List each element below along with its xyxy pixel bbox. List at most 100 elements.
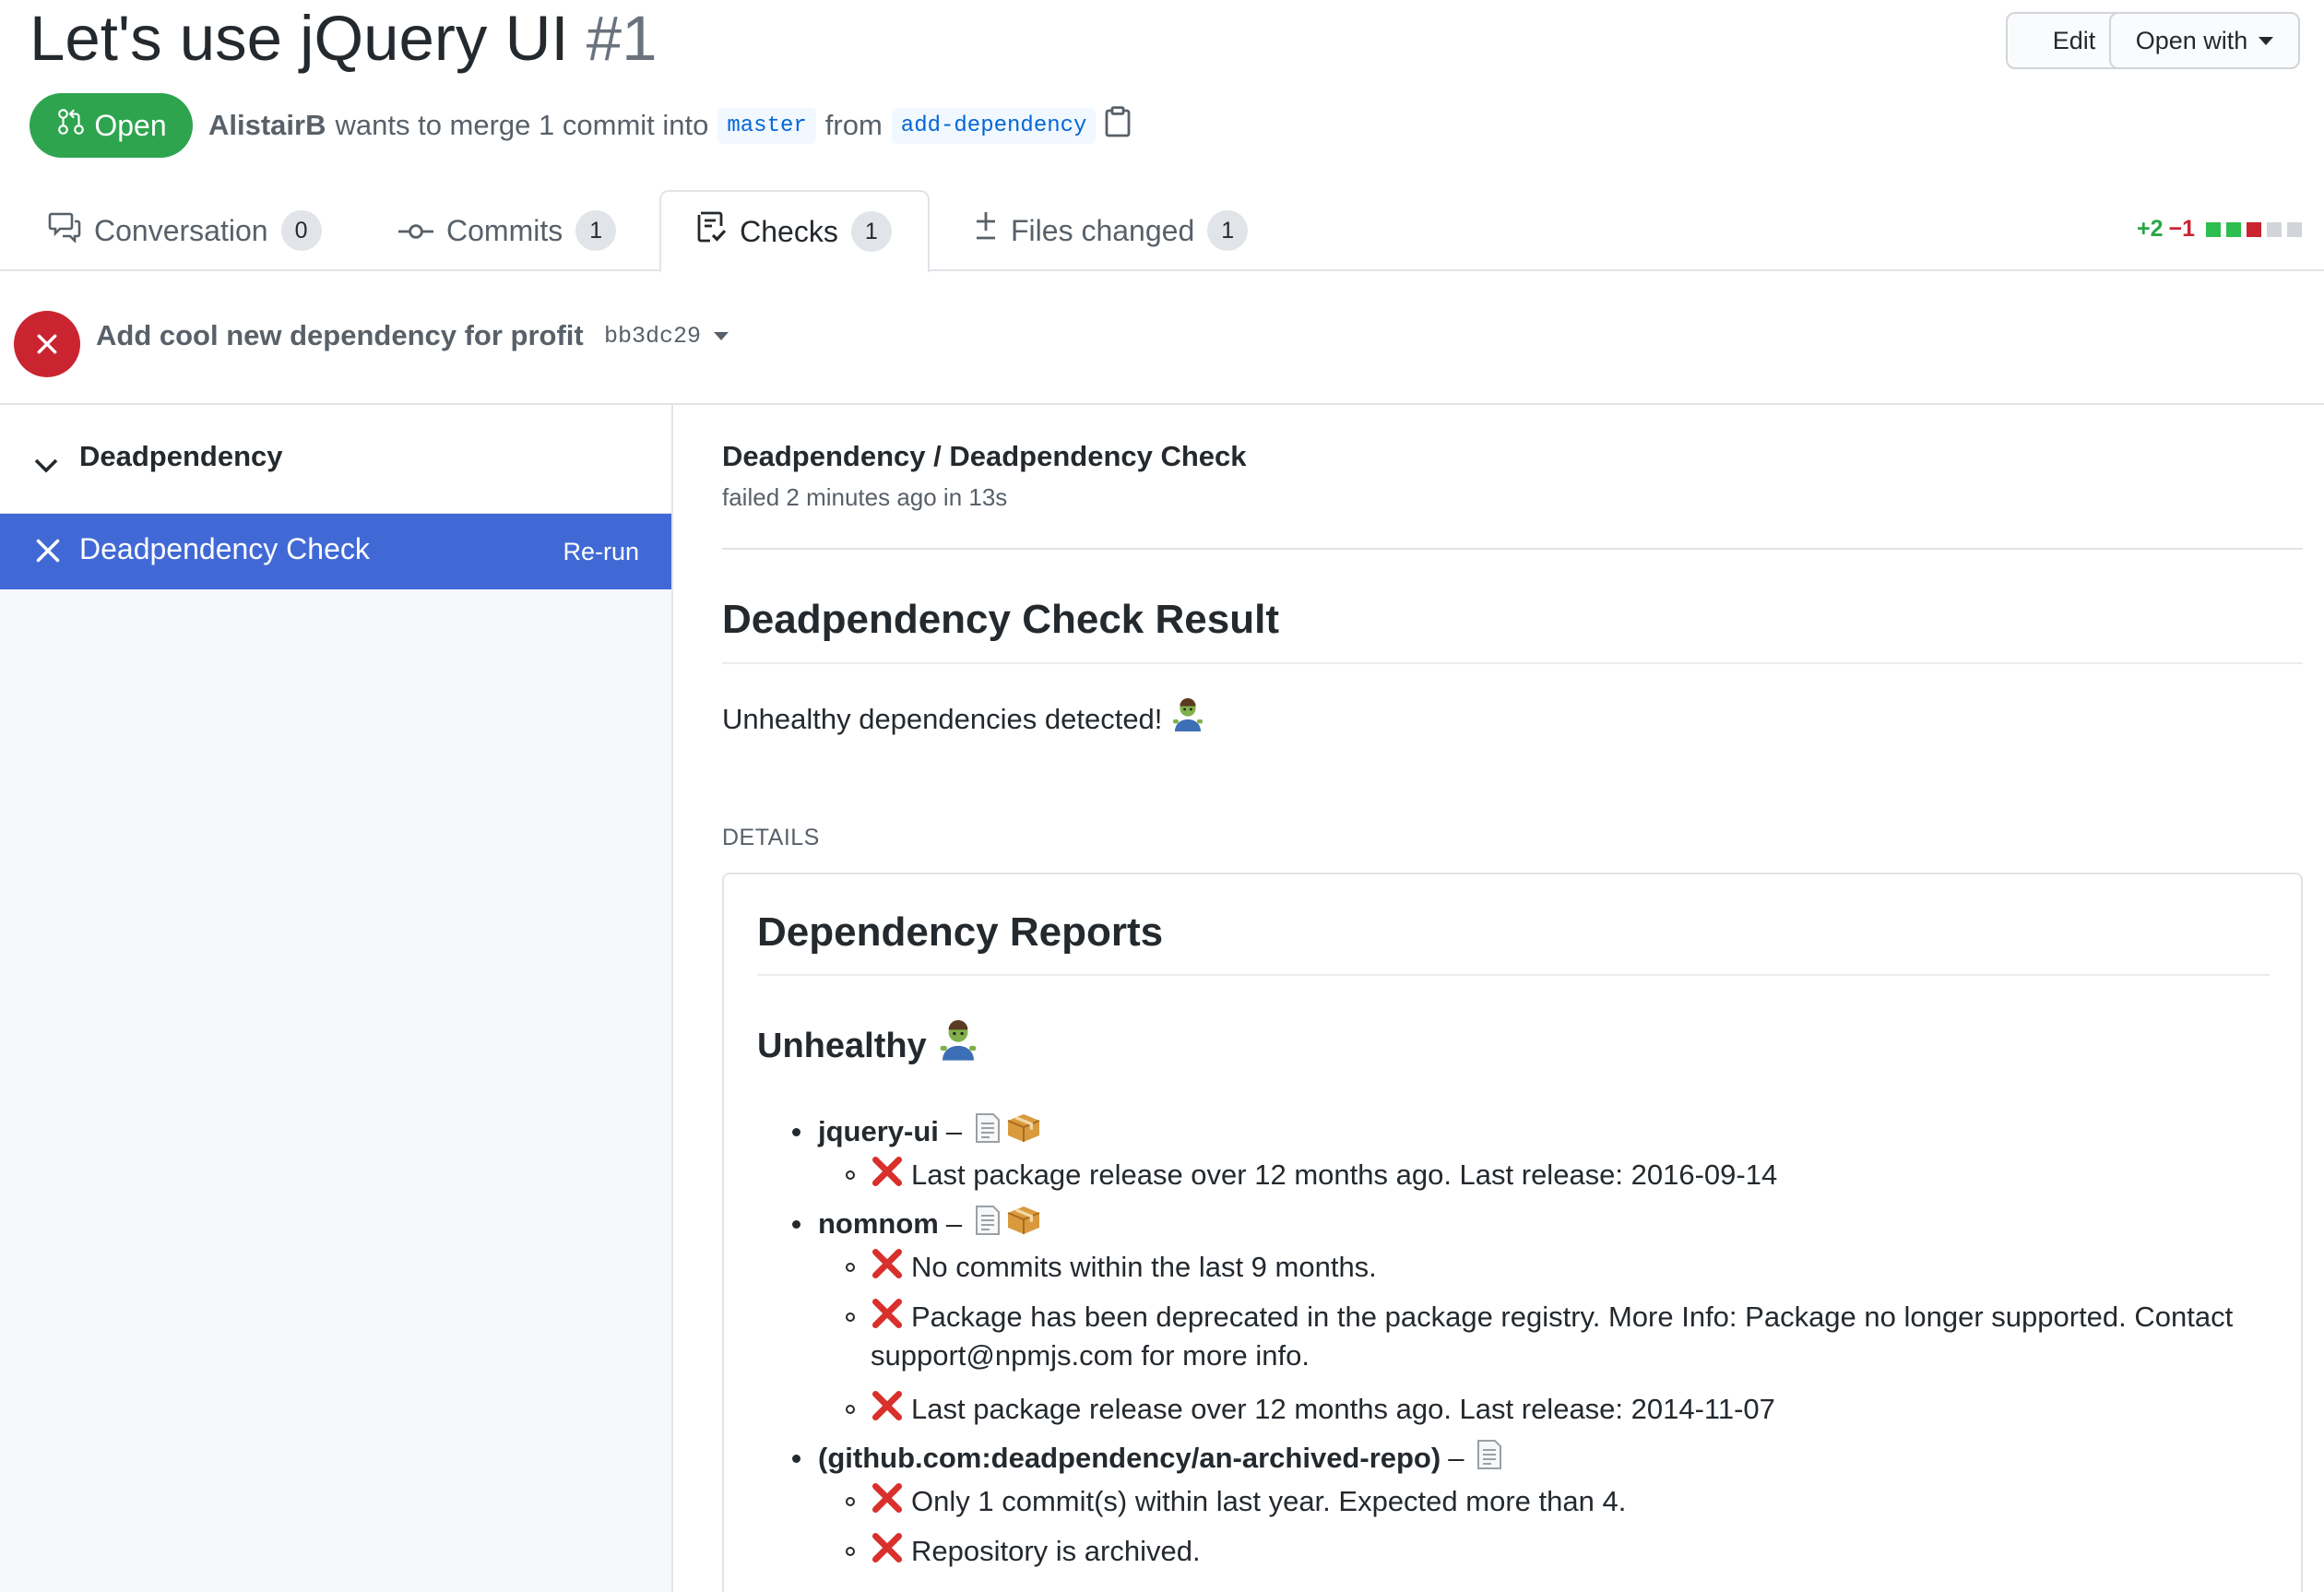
list-item: Only 1 commit(s) within last year. Expec…: [846, 1481, 1626, 1522]
list-item-continuation: support@npmjs.com for more info.: [871, 1339, 1310, 1372]
head-branch[interactable]: add-dependency: [891, 107, 1097, 144]
unhealthy-heading-text: Unhealthy: [757, 1026, 927, 1065]
checklist-icon: [697, 211, 727, 252]
checks-sidebar: Deadpendency Deadpendency Check Re-run: [0, 405, 673, 1592]
package-icon[interactable]: [1006, 1205, 1041, 1243]
chevron-down-icon: [2259, 36, 2274, 45]
issue-text: support@npmjs.com for more info.: [871, 1339, 1310, 1372]
list-item: nomnom –: [792, 1205, 1041, 1243]
diffstat: +2 −1: [2137, 216, 2302, 243]
package-name: nomnom: [818, 1207, 939, 1240]
chevron-down-icon: [33, 451, 59, 481]
tab-commits-count: 1: [575, 210, 617, 251]
edit-button-label: Edit: [2052, 26, 2096, 54]
diffstat-block-deleted: [2247, 221, 2261, 237]
git-commit-icon: [398, 214, 433, 248]
bullet-icon: [846, 1313, 855, 1322]
git-pull-request-icon: [55, 106, 87, 145]
diffstat-block-neutral: [2267, 221, 2282, 237]
comment-icon: [48, 211, 81, 250]
file-diff-icon: [974, 210, 998, 251]
tab-checks[interactable]: Checks 1: [659, 190, 930, 273]
tab-conversation-count: 0: [280, 210, 322, 251]
list-item: Last package release over 12 months ago.…: [846, 1389, 1775, 1430]
pr-meta-line: AlistairB wants to merge 1 commit into m…: [208, 103, 1131, 148]
pr-title: Let's use jQuery UI #1: [30, 2, 658, 75]
from-text: from: [824, 109, 883, 141]
failure-status-icon: [14, 311, 80, 377]
commit-sha: bb3dc29: [604, 323, 702, 350]
page-icon[interactable]: [975, 1112, 1001, 1151]
open-with-button[interactable]: Open with: [2109, 12, 2300, 69]
tab-conversation[interactable]: Conversation 0: [48, 190, 322, 271]
list-item: Package has been deprecated in the packa…: [846, 1297, 2233, 1337]
diffstat-block-added: [2206, 221, 2221, 237]
bullet-icon: [846, 1263, 855, 1272]
close-icon: [35, 538, 61, 571]
list-item: Last package release over 12 months ago.…: [846, 1155, 1777, 1195]
report-heading: Dependency Reports: [757, 909, 1164, 955]
issue-text: Last package release over 12 months ago.…: [911, 1158, 1778, 1191]
check-summary: Unhealthy dependencies detected!: [722, 698, 1204, 741]
bullet-icon: [846, 1170, 855, 1180]
page-icon[interactable]: [975, 1205, 1001, 1243]
check-suite-name: Deadpendency: [79, 440, 283, 472]
tab-checks-label: Checks: [740, 214, 838, 248]
bullet-icon: [792, 1127, 800, 1136]
package-icon[interactable]: [1006, 1112, 1041, 1151]
issue-text: Repository is archived.: [911, 1535, 1201, 1567]
cross-mark-icon: [871, 1247, 904, 1288]
merge-text: wants to merge 1 commit into: [335, 109, 709, 141]
zombie-icon: [1171, 698, 1204, 741]
tab-files-changed[interactable]: Files changed 1: [974, 190, 1249, 271]
page-icon[interactable]: [1476, 1439, 1502, 1478]
cross-mark-icon: [871, 1531, 904, 1572]
check-result-heading: Deadpendency Check Result: [722, 597, 1279, 642]
dash-separator: –: [1448, 1442, 1464, 1474]
check-run-name: Deadpendency Check: [79, 532, 370, 565]
list-item: No commits within the last 9 months.: [846, 1247, 1377, 1288]
commit-sha-dropdown[interactable]: bb3dc29: [604, 323, 729, 350]
chevron-down-icon: [714, 332, 729, 340]
bullet-icon: [792, 1454, 800, 1463]
base-branch[interactable]: master: [717, 107, 816, 144]
package-name: (github.com:deadpendency/an-archived-rep…: [818, 1442, 1441, 1474]
pr-state-label: Open: [94, 108, 167, 142]
check-suite-header[interactable]: Deadpendency: [0, 405, 671, 514]
pr-tabs: Conversation 0 Commits 1 Checks 1 Files …: [0, 190, 2324, 273]
cross-mark-icon: [871, 1389, 904, 1430]
dash-separator: –: [945, 1115, 963, 1147]
tab-commits[interactable]: Commits 1: [398, 190, 617, 271]
diffstat-deletions: −1: [2168, 216, 2195, 242]
clipboard-icon[interactable]: [1105, 106, 1131, 145]
zombie-icon: [938, 1020, 978, 1072]
package-name: jquery-ui: [818, 1115, 939, 1147]
details-label: DETAILS: [722, 825, 820, 850]
divider: [722, 548, 2303, 550]
issue-text: Package has been deprecated in the packa…: [911, 1301, 2234, 1333]
bullet-icon: [846, 1547, 855, 1556]
check-status-text: failed 2 minutes ago in 13s: [722, 483, 1008, 511]
bullet-icon: [846, 1497, 855, 1506]
bullet-icon: [846, 1405, 855, 1414]
pr-state-badge: Open: [30, 93, 193, 158]
tab-commits-label: Commits: [446, 213, 563, 247]
dependency-report-box: Dependency Reports Unhealthy jquery-ui –: [722, 873, 2303, 1592]
author-link[interactable]: AlistairB: [208, 109, 326, 142]
check-run-item[interactable]: Deadpendency Check Re-run: [0, 514, 671, 589]
divider: [757, 974, 2270, 976]
tab-conversation-label: Conversation: [94, 213, 268, 247]
pr-title-text: Let's use jQuery UI: [30, 3, 569, 74]
cross-mark-icon: [871, 1155, 904, 1195]
list-item: jquery-ui –: [792, 1112, 1041, 1151]
pr-number: #1: [586, 3, 658, 74]
dash-separator: –: [945, 1207, 963, 1240]
check-title: Deadpendency / Deadpendency Check: [722, 440, 1247, 472]
issue-text: Only 1 commit(s) within last year. Expec…: [911, 1485, 1627, 1517]
cross-mark-icon: [871, 1481, 904, 1522]
rerun-button[interactable]: Re-run: [563, 538, 639, 566]
commit-bar: Add cool new dependency for profit bb3dc…: [0, 271, 2324, 405]
list-item: (github.com:deadpendency/an-archived-rep…: [792, 1439, 1502, 1478]
open-with-label: Open with: [2135, 26, 2248, 54]
divider: [722, 662, 2303, 664]
